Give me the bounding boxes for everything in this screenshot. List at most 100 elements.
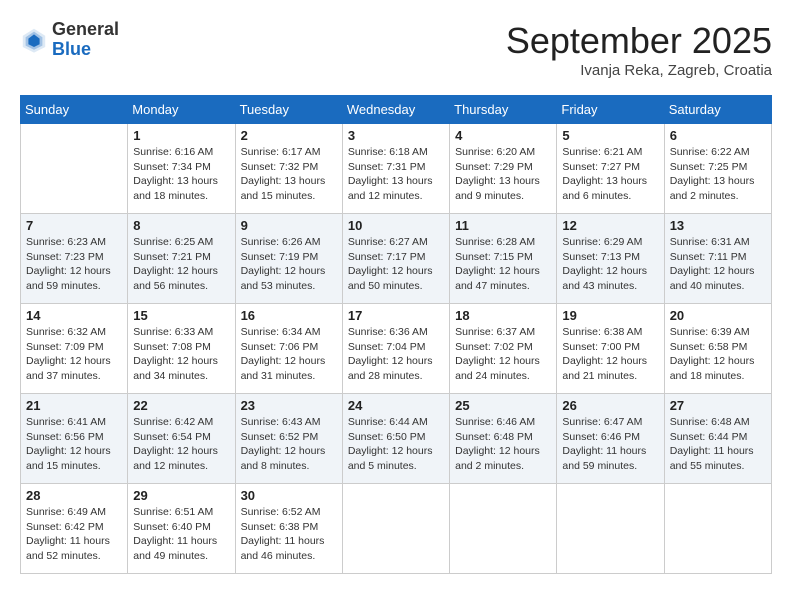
calendar-cell [342, 484, 449, 574]
calendar-cell [557, 484, 664, 574]
day-info: Sunrise: 6:31 AMSunset: 7:11 PMDaylight:… [670, 235, 766, 294]
day-info: Sunrise: 6:25 AMSunset: 7:21 PMDaylight:… [133, 235, 229, 294]
calendar-cell: 23Sunrise: 6:43 AMSunset: 6:52 PMDayligh… [235, 394, 342, 484]
calendar-cell: 9 Sunrise: 6:26 AMSunset: 7:19 PMDaylight… [235, 214, 342, 304]
day-number: 11 [455, 218, 551, 233]
day-number: 1 [133, 128, 229, 143]
day-number: 16 [241, 308, 337, 323]
calendar-cell: 14 Sunrise: 6:32 AMSunset: 7:09 PMDayligh… [21, 304, 128, 394]
day-info: Sunrise: 6:37 AMSunset: 7:02 PMDaylight:… [455, 325, 551, 384]
day-info: Sunrise: 6:21 AMSunset: 7:27 PMDaylight:… [562, 145, 658, 204]
day-number: 4 [455, 128, 551, 143]
calendar-cell: 22 Sunrise: 6:42 AMSunset: 6:54 PMDayligh… [128, 394, 235, 484]
day-number: 13 [670, 218, 766, 233]
weekday-header-monday: Monday [128, 96, 235, 124]
day-info: Sunrise: 6:36 AMSunset: 7:04 PMDaylight:… [348, 325, 444, 384]
day-info: Sunrise: 6:42 AMSunset: 6:54 PMDaylight:… [133, 415, 229, 474]
day-number: 10 [348, 218, 444, 233]
day-info: Sunrise: 6:26 AMSunset: 7:19 PMDaylight:… [241, 235, 337, 294]
logo: General Blue [20, 20, 119, 60]
day-number: 20 [670, 308, 766, 323]
day-number: 30 [241, 488, 337, 503]
day-info: Sunrise: 6:17 AMSunset: 7:32 PMDaylight:… [241, 145, 337, 204]
calendar-cell: 3 Sunrise: 6:18 AMSunset: 7:31 PMDaylight… [342, 124, 449, 214]
day-info: Sunrise: 6:32 AMSunset: 7:09 PMDaylight:… [26, 325, 122, 384]
day-number: 2 [241, 128, 337, 143]
day-info: Sunrise: 6:18 AMSunset: 7:31 PMDaylight:… [348, 145, 444, 204]
month-title: September 2025 [506, 20, 772, 62]
calendar-cell: 1 Sunrise: 6:16 AMSunset: 7:34 PMDaylight… [128, 124, 235, 214]
day-number: 17 [348, 308, 444, 323]
day-number: 14 [26, 308, 122, 323]
day-info: Sunrise: 6:44 AMSunset: 6:50 PMDaylight:… [348, 415, 444, 474]
logo-general-text: General [52, 20, 119, 40]
page-header: General Blue September 2025 Ivanja Reka,… [20, 20, 772, 79]
day-info: Sunrise: 6:23 AMSunset: 7:23 PMDaylight:… [26, 235, 122, 294]
calendar-cell: 12Sunrise: 6:29 AMSunset: 7:13 PMDayligh… [557, 214, 664, 304]
day-number: 18 [455, 308, 551, 323]
day-info: Sunrise: 6:27 AMSunset: 7:17 PMDaylight:… [348, 235, 444, 294]
day-info: Sunrise: 6:34 AMSunset: 7:06 PMDaylight:… [241, 325, 337, 384]
calendar-cell: 27 Sunrise: 6:48 AMSunset: 6:44 PMDayligh… [664, 394, 771, 484]
calendar-week-row: 28 Sunrise: 6:49 AMSunset: 6:42 PMDayligh… [21, 484, 772, 574]
calendar-cell: 8Sunrise: 6:25 AMSunset: 7:21 PMDaylight… [128, 214, 235, 304]
day-number: 19 [562, 308, 658, 323]
calendar-cell: 26 Sunrise: 6:47 AMSunset: 6:46 PMDayligh… [557, 394, 664, 484]
day-number: 27 [670, 398, 766, 413]
day-number: 12 [562, 218, 658, 233]
day-info: Sunrise: 6:16 AMSunset: 7:34 PMDaylight:… [133, 145, 229, 204]
day-info: Sunrise: 6:52 AMSunset: 6:38 PMDaylight:… [241, 505, 337, 564]
day-info: Sunrise: 6:33 AMSunset: 7:08 PMDaylight:… [133, 325, 229, 384]
day-info: Sunrise: 6:51 AMSunset: 6:40 PMDaylight:… [133, 505, 229, 564]
day-info: Sunrise: 6:49 AMSunset: 6:42 PMDaylight:… [26, 505, 122, 564]
calendar-week-row: 14 Sunrise: 6:32 AMSunset: 7:09 PMDayligh… [21, 304, 772, 394]
calendar-week-row: 1 Sunrise: 6:16 AMSunset: 7:34 PMDaylight… [21, 124, 772, 214]
title-block: September 2025 Ivanja Reka, Zagreb, Croa… [506, 20, 772, 79]
day-info: Sunrise: 6:38 AMSunset: 7:00 PMDaylight:… [562, 325, 658, 384]
calendar-cell: 24 Sunrise: 6:44 AMSunset: 6:50 PMDayligh… [342, 394, 449, 484]
weekday-header-wednesday: Wednesday [342, 96, 449, 124]
calendar-cell: 18 Sunrise: 6:37 AMSunset: 7:02 PMDayligh… [450, 304, 557, 394]
weekday-header-thursday: Thursday [450, 96, 557, 124]
calendar-cell: 30 Sunrise: 6:52 AMSunset: 6:38 PMDayligh… [235, 484, 342, 574]
calendar-cell: 7 Sunrise: 6:23 AMSunset: 7:23 PMDaylight… [21, 214, 128, 304]
day-number: 24 [348, 398, 444, 413]
day-number: 28 [26, 488, 122, 503]
day-number: 26 [562, 398, 658, 413]
day-info: Sunrise: 6:28 AMSunset: 7:15 PMDaylight:… [455, 235, 551, 294]
day-number: 15 [133, 308, 229, 323]
weekday-header-row: SundayMondayTuesdayWednesdayThursdayFrid… [21, 96, 772, 124]
calendar-week-row: 21Sunrise: 6:41 AMSunset: 6:56 PMDayligh… [21, 394, 772, 484]
calendar-cell: 29Sunrise: 6:51 AMSunset: 6:40 PMDayligh… [128, 484, 235, 574]
location-text: Ivanja Reka, Zagreb, Croatia [506, 62, 772, 79]
calendar-cell: 2 Sunrise: 6:17 AMSunset: 7:32 PMDaylight… [235, 124, 342, 214]
calendar-cell [21, 124, 128, 214]
calendar-cell: 21Sunrise: 6:41 AMSunset: 6:56 PMDayligh… [21, 394, 128, 484]
day-number: 9 [241, 218, 337, 233]
day-info: Sunrise: 6:48 AMSunset: 6:44 PMDaylight:… [670, 415, 766, 474]
day-info: Sunrise: 6:20 AMSunset: 7:29 PMDaylight:… [455, 145, 551, 204]
calendar-cell: 10 Sunrise: 6:27 AMSunset: 7:17 PMDayligh… [342, 214, 449, 304]
day-number: 21 [26, 398, 122, 413]
weekday-header-sunday: Sunday [21, 96, 128, 124]
day-number: 3 [348, 128, 444, 143]
calendar-cell: 28 Sunrise: 6:49 AMSunset: 6:42 PMDayligh… [21, 484, 128, 574]
calendar-cell [450, 484, 557, 574]
day-number: 23 [241, 398, 337, 413]
weekday-header-friday: Friday [557, 96, 664, 124]
day-info: Sunrise: 6:47 AMSunset: 6:46 PMDaylight:… [562, 415, 658, 474]
day-info: Sunrise: 6:39 AMSunset: 6:58 PMDaylight:… [670, 325, 766, 384]
calendar-cell: 20 Sunrise: 6:39 AMSunset: 6:58 PMDayligh… [664, 304, 771, 394]
calendar-cell: 15 Sunrise: 6:33 AMSunset: 7:08 PMDayligh… [128, 304, 235, 394]
day-number: 22 [133, 398, 229, 413]
day-number: 7 [26, 218, 122, 233]
calendar-cell: 11 Sunrise: 6:28 AMSunset: 7:15 PMDayligh… [450, 214, 557, 304]
day-number: 5 [562, 128, 658, 143]
logo-text: General Blue [52, 20, 119, 60]
logo-blue-text: Blue [52, 40, 119, 60]
weekday-header-tuesday: Tuesday [235, 96, 342, 124]
day-info: Sunrise: 6:22 AMSunset: 7:25 PMDaylight:… [670, 145, 766, 204]
day-number: 25 [455, 398, 551, 413]
calendar-week-row: 7 Sunrise: 6:23 AMSunset: 7:23 PMDaylight… [21, 214, 772, 304]
logo-icon [20, 26, 48, 54]
